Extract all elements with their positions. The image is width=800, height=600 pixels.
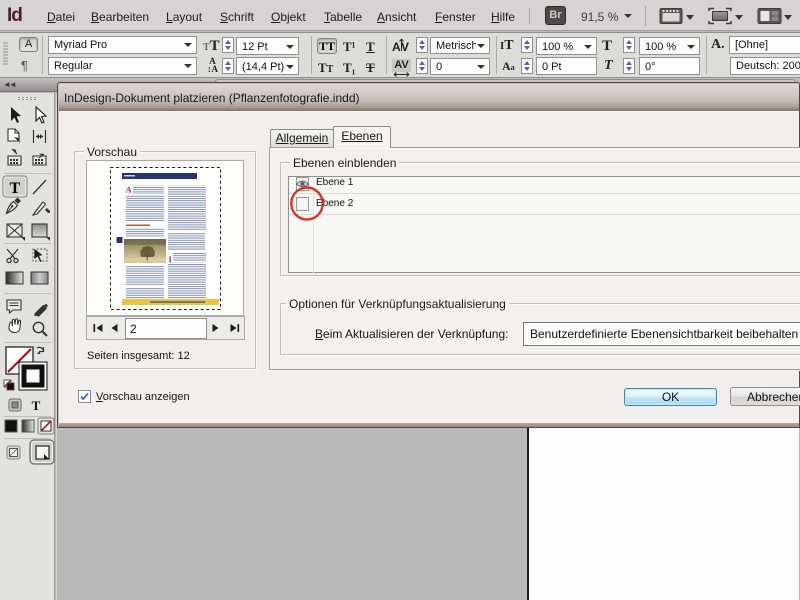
svg-text:A: A <box>126 185 133 195</box>
svg-text:V: V <box>401 40 409 54</box>
svg-text:A: A <box>392 40 401 54</box>
svg-text:T: T <box>32 398 41 413</box>
svg-text:T: T <box>10 180 21 197</box>
